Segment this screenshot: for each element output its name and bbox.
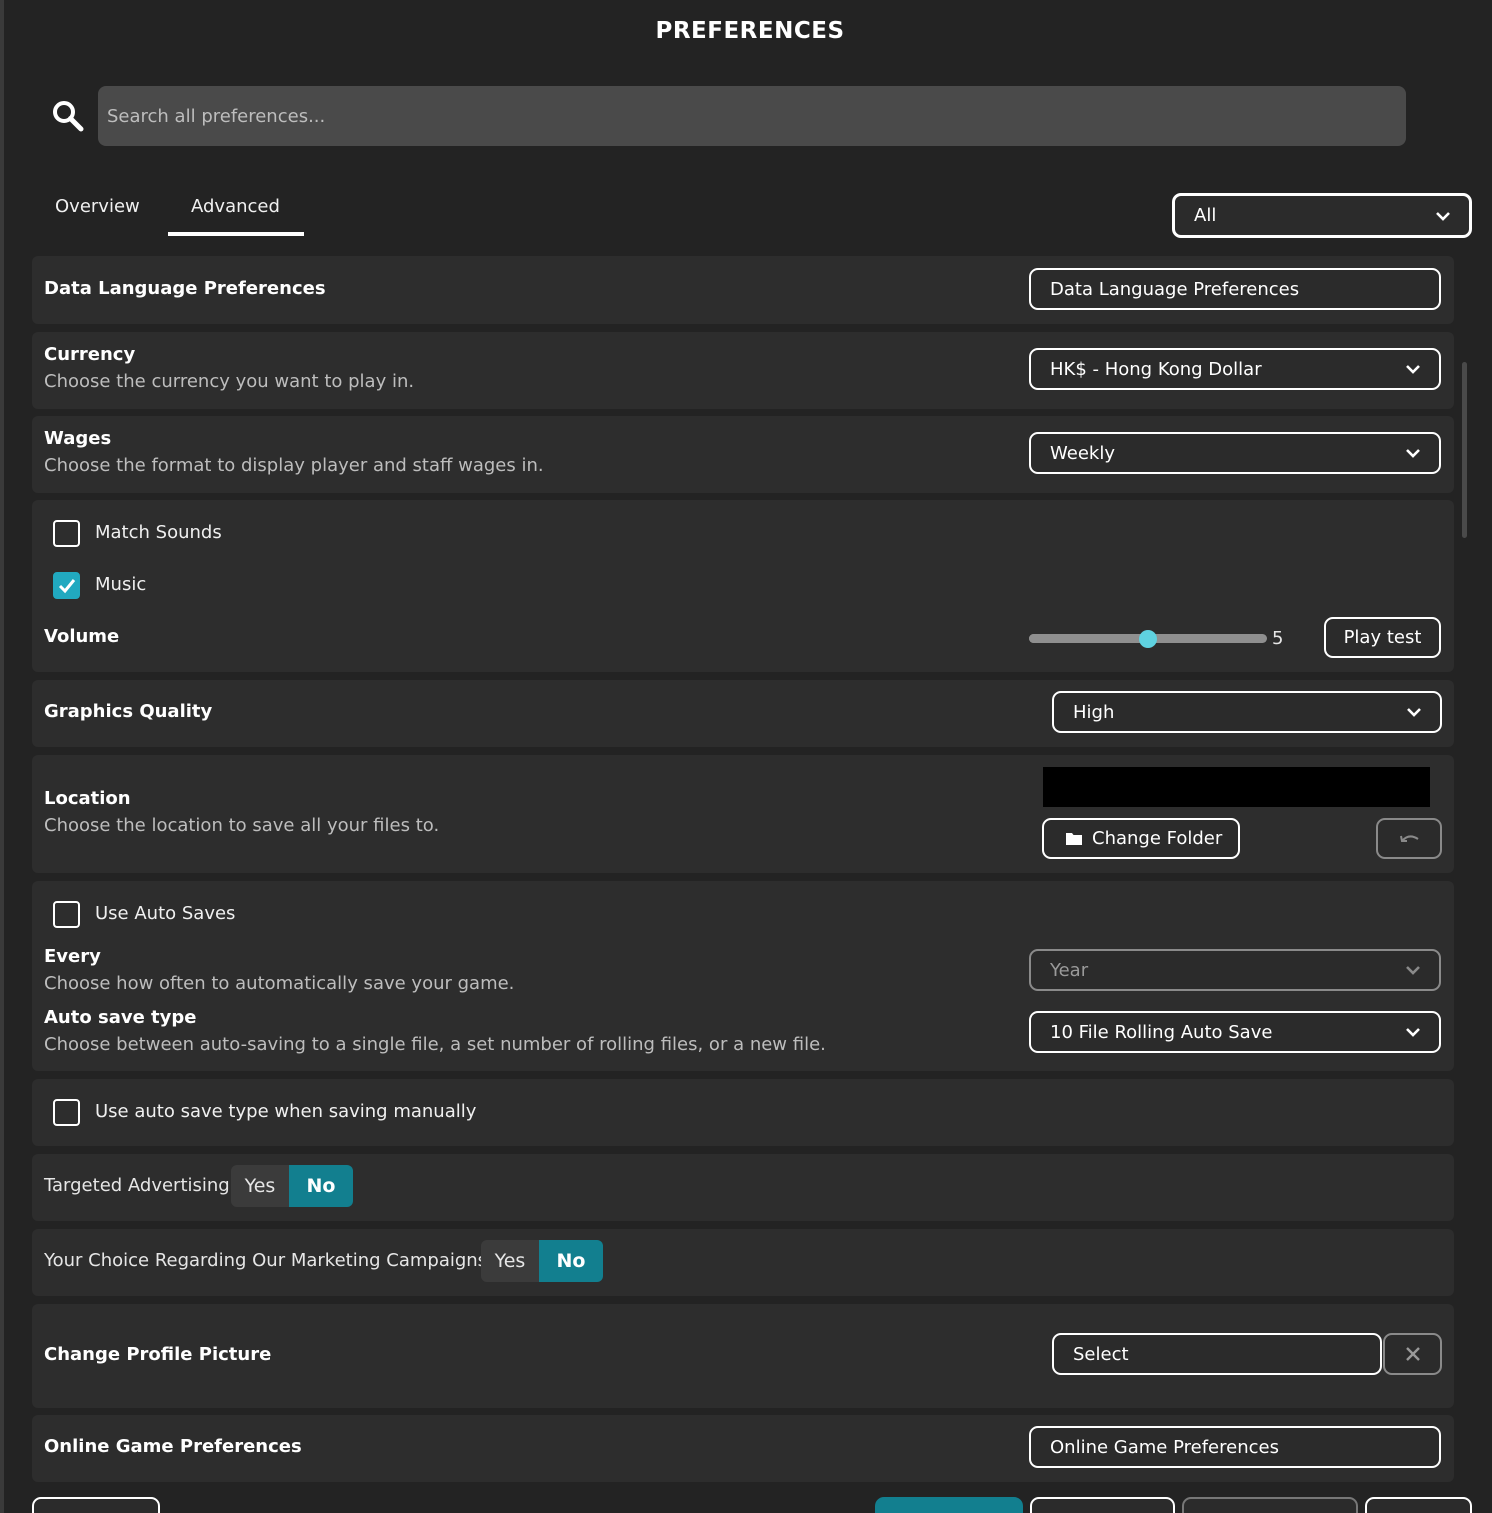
- volume-slider-handle[interactable]: [1139, 630, 1157, 648]
- profile-picture-heading: Change Profile Picture: [44, 1344, 272, 1365]
- tab-advanced[interactable]: Advanced: [191, 196, 280, 217]
- clear-profile-picture-button[interactable]: [1383, 1333, 1442, 1375]
- targeted-advertising-label: Targeted Advertising: [44, 1175, 230, 1196]
- match-sounds-label: Match Sounds: [95, 522, 222, 543]
- currency-description: Choose the currency you want to play in.: [44, 371, 415, 392]
- search-input[interactable]: [98, 86, 1406, 146]
- marketing-no[interactable]: No: [539, 1240, 603, 1282]
- bottom-action-button-3[interactable]: [1182, 1497, 1358, 1513]
- chevron-down-icon: [1436, 211, 1450, 221]
- targeted-advertising-yes[interactable]: Yes: [231, 1165, 289, 1207]
- volume-slider-fill: [1029, 634, 1148, 643]
- use-auto-saves-checkbox[interactable]: [53, 901, 80, 928]
- wages-dropdown[interactable]: Weekly: [1029, 432, 1441, 474]
- change-folder-label: Change Folder: [1092, 828, 1223, 849]
- every-heading: Every: [44, 946, 101, 967]
- online-preferences-button[interactable]: Online Game Preferences: [1029, 1426, 1441, 1468]
- reset-folder-button[interactable]: [1376, 818, 1442, 859]
- volume-slider[interactable]: [1029, 630, 1267, 648]
- confirm-button[interactable]: [875, 1497, 1023, 1513]
- autosave-type-dropdown[interactable]: 10 File Rolling Auto Save: [1029, 1011, 1441, 1053]
- close-icon: [1406, 1347, 1420, 1361]
- music-checkbox[interactable]: [53, 572, 80, 599]
- graphics-quality-dropdown[interactable]: High: [1052, 691, 1442, 733]
- active-tab-indicator: [168, 232, 304, 236]
- online-preferences-heading: Online Game Preferences: [44, 1436, 302, 1457]
- graphics-heading: Graphics Quality: [44, 701, 213, 722]
- autosave-type-value: 10 File Rolling Auto Save: [1050, 1021, 1273, 1043]
- marketing-label: Your Choice Regarding Our Marketing Camp…: [44, 1250, 488, 1271]
- bottom-action-button-2[interactable]: [1030, 1497, 1175, 1513]
- every-description: Choose how often to automatically save y…: [44, 973, 515, 994]
- dialog-title: PREFERENCES: [655, 18, 845, 44]
- location-heading: Location: [44, 788, 131, 809]
- select-profile-picture-button[interactable]: Select: [1052, 1333, 1382, 1375]
- currency-heading: Currency: [44, 344, 136, 365]
- wages-heading: Wages: [44, 428, 112, 449]
- autosave-type-heading: Auto save type: [44, 1007, 197, 1028]
- autosave-frequency-value: Year: [1050, 959, 1089, 981]
- chevron-down-icon: [1406, 966, 1420, 975]
- change-folder-button[interactable]: Change Folder: [1042, 818, 1240, 859]
- folder-icon: [1066, 833, 1082, 845]
- preferences-dialog: PREFERENCES Overview Advanced All Data L…: [0, 0, 1492, 1513]
- music-label: Music: [95, 574, 147, 595]
- undo-icon: [1400, 835, 1419, 842]
- data-language-heading: Data Language Preferences: [44, 278, 326, 299]
- currency-value: HK$ - Hong Kong Dollar: [1050, 358, 1262, 380]
- autosave-type-description: Choose between auto-saving to a single f…: [44, 1034, 826, 1055]
- category-filter-dropdown[interactable]: All: [1172, 193, 1472, 238]
- targeted-advertising-no[interactable]: No: [289, 1165, 353, 1207]
- volume-value: 5: [1272, 628, 1284, 649]
- location-description: Choose the location to save all your fil…: [44, 815, 440, 836]
- search-icon: [53, 101, 84, 132]
- chevron-down-icon: [1406, 365, 1420, 374]
- wages-value: Weekly: [1050, 442, 1115, 464]
- use-auto-saves-label: Use Auto Saves: [95, 903, 236, 924]
- match-sounds-checkbox[interactable]: [53, 520, 80, 547]
- checkmark-icon: [58, 579, 76, 594]
- bottom-left-button[interactable]: [32, 1497, 160, 1513]
- volume-label: Volume: [44, 626, 120, 647]
- chevron-down-icon: [1406, 449, 1420, 458]
- targeted-advertising-toggle: Yes No: [231, 1165, 353, 1207]
- sound-card: [32, 500, 1454, 672]
- chevron-down-icon: [1407, 708, 1421, 717]
- chevron-down-icon: [1406, 1028, 1420, 1037]
- wages-description: Choose the format to display player and …: [44, 455, 544, 476]
- category-filter-value: All: [1194, 205, 1217, 226]
- marketing-yes[interactable]: Yes: [481, 1240, 539, 1282]
- manual-autosave-label: Use auto save type when saving manually: [95, 1101, 477, 1122]
- data-language-button[interactable]: Data Language Preferences: [1029, 268, 1441, 310]
- marketing-toggle: Yes No: [481, 1240, 603, 1282]
- graphics-quality-value: High: [1073, 701, 1115, 723]
- currency-dropdown[interactable]: HK$ - Hong Kong Dollar: [1029, 348, 1441, 390]
- tab-overview[interactable]: Overview: [55, 196, 140, 217]
- location-path-field: [1043, 767, 1430, 807]
- autosave-frequency-dropdown[interactable]: Year: [1029, 949, 1441, 991]
- play-test-button[interactable]: Play test: [1324, 617, 1441, 658]
- scrollbar[interactable]: [1462, 362, 1467, 538]
- manual-autosave-checkbox[interactable]: [53, 1099, 80, 1126]
- cancel-button[interactable]: [1365, 1497, 1472, 1513]
